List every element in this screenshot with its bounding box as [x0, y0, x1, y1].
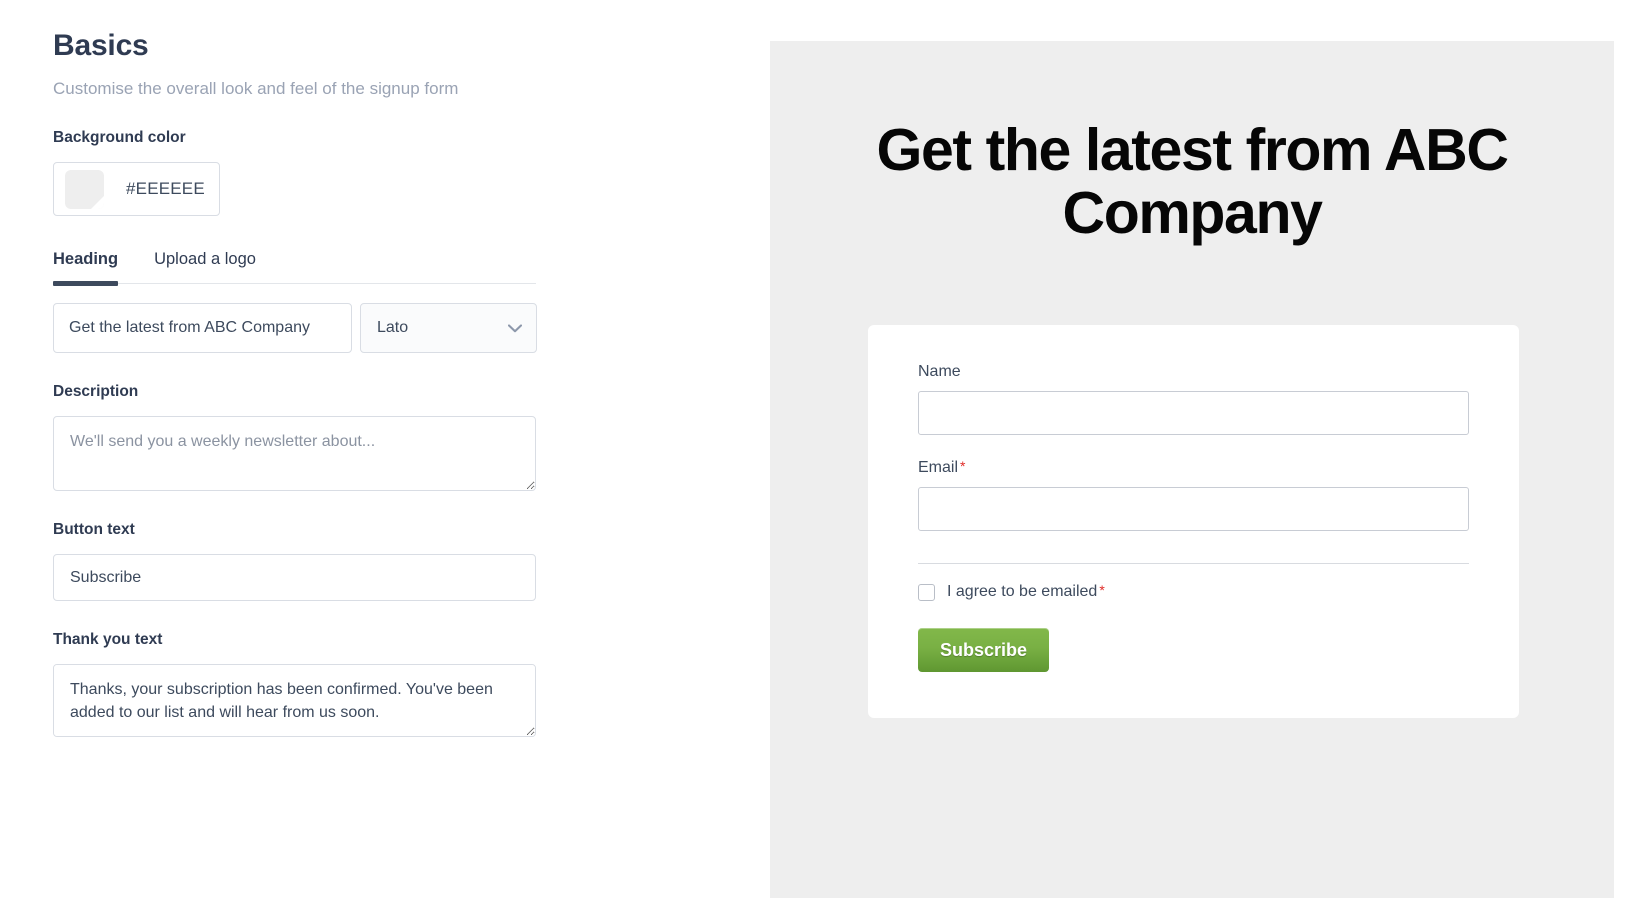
preview-heading: Get the latest from ABC Company — [876, 117, 1508, 246]
preview-email-label-text: Email — [918, 459, 959, 476]
preview-form-card: Name Email * I agree to be emailed * Subsc… — [868, 325, 1519, 718]
background-color-value: #EEEEEE — [126, 179, 205, 198]
page-subtitle: Customise the overall look and feel of t… — [53, 79, 459, 98]
preview-email-group: Email * — [918, 459, 1469, 531]
font-select-value: Lato — [377, 319, 409, 336]
description-label: Description — [53, 383, 139, 400]
required-asterisk-icon: * — [960, 458, 966, 474]
consent-label-text: I agree to be emailed — [947, 583, 1098, 600]
button-text-label: Button text — [53, 521, 135, 538]
heading-logo-tabs: Heading Upload a logo — [53, 250, 536, 286]
tab-upload-a-logo[interactable]: Upload a logo — [154, 250, 256, 283]
tab-heading[interactable]: Heading — [53, 250, 119, 286]
thank-you-text-label: Thank you text — [53, 631, 163, 648]
required-asterisk-icon: * — [1099, 582, 1105, 598]
description-section: Description — [53, 383, 770, 491]
page-title: Basics — [53, 29, 149, 62]
thank-you-textarea[interactable] — [53, 664, 536, 737]
heading-row: Lato — [53, 303, 770, 353]
consent-label: I agree to be emailed * — [947, 583, 1105, 601]
background-color-label: Background color — [53, 129, 186, 146]
background-color-picker[interactable]: #EEEEEE — [53, 162, 220, 216]
thank-you-text-section: Thank you text — [53, 631, 770, 737]
heading-input[interactable] — [53, 303, 352, 353]
button-text-input[interactable] — [53, 554, 536, 601]
preview-name-input[interactable] — [918, 391, 1469, 435]
editor-panel: Basics Customise the overall look and fe… — [0, 0, 770, 924]
divider — [918, 563, 1469, 564]
preview-name-group: Name — [918, 363, 1469, 435]
preview-email-input[interactable] — [918, 487, 1469, 531]
preview-name-label: Name — [918, 363, 961, 380]
button-text-section: Button text — [53, 521, 770, 601]
consent-checkbox[interactable] — [918, 583, 935, 601]
color-swatch-icon[interactable] — [65, 169, 104, 209]
preview-subscribe-button[interactable]: Subscribe — [918, 628, 1050, 672]
background-color-section: Background color #EEEEEE — [53, 129, 770, 216]
consent-row: I agree to be emailed * — [918, 583, 1469, 601]
chevron-down-icon — [508, 323, 522, 332]
signup-form-preview: Get the latest from ABC Company Name Ema… — [770, 41, 1614, 898]
description-textarea[interactable] — [53, 416, 536, 491]
preview-email-label: Email * — [918, 459, 1469, 477]
font-select[interactable]: Lato — [360, 303, 537, 353]
